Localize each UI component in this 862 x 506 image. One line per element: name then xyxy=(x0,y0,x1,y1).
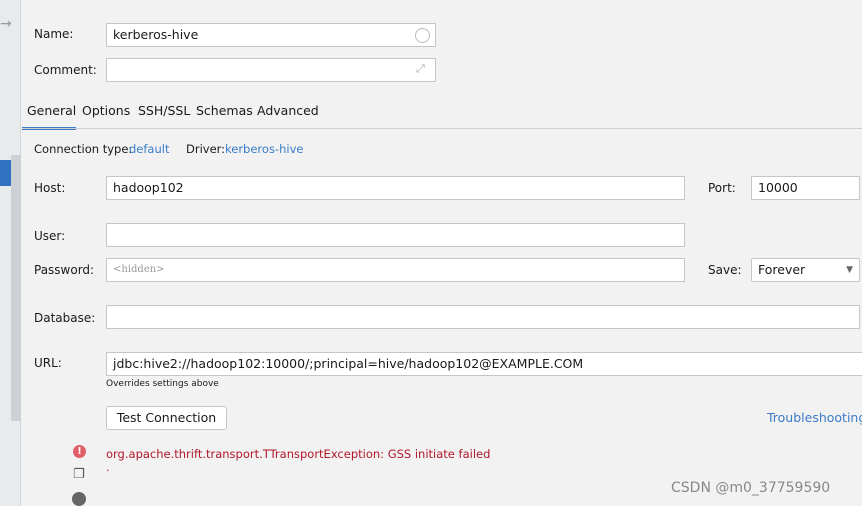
host-input[interactable]: hadoop102 xyxy=(106,176,685,200)
troubleshooting-link[interactable]: Troubleshooting xyxy=(767,410,862,425)
arrow-right-icon[interactable]: → xyxy=(0,16,12,32)
user-input[interactable] xyxy=(106,223,685,247)
test-connection-button[interactable]: Test Connection xyxy=(106,406,227,430)
error-detail: . xyxy=(106,461,110,474)
tab-advanced[interactable]: Advanced xyxy=(257,103,319,118)
globe-icon[interactable] xyxy=(72,492,86,506)
name-label: Name: xyxy=(34,27,74,41)
port-label: Port: xyxy=(708,181,736,195)
tab-divider xyxy=(22,128,862,129)
url-hint: Overrides settings above xyxy=(106,379,219,389)
tab-schemas[interactable]: Schemas xyxy=(196,103,253,118)
copy-icon[interactable]: ❐ xyxy=(73,467,85,482)
watermark: CSDN @m0_37759590 xyxy=(671,480,831,496)
url-input[interactable]: jdbc:hive2://hadoop102:10000/;principal=… xyxy=(106,352,862,376)
database-label: Database: xyxy=(34,311,96,325)
host-label: Host: xyxy=(34,181,66,195)
error-icon: ! xyxy=(73,445,86,458)
port-input[interactable]: 10000 xyxy=(751,176,860,200)
scrollbar[interactable] xyxy=(11,155,21,421)
error-message: org.apache.thrift.transport.TTransportEx… xyxy=(106,447,491,461)
save-label: Save: xyxy=(708,263,742,277)
save-select[interactable]: Forever ▼ xyxy=(751,258,860,282)
user-label: User: xyxy=(34,229,66,243)
tab-options[interactable]: Options xyxy=(82,103,130,118)
url-label: URL: xyxy=(34,356,62,370)
database-input[interactable] xyxy=(106,305,860,329)
chevron-down-icon: ▼ xyxy=(846,265,853,275)
connection-type-link[interactable]: default xyxy=(129,142,169,156)
comment-label: Comment: xyxy=(34,63,97,77)
connection-type-label: Connection type: xyxy=(34,142,133,156)
expand-icon[interactable]: ⤢ xyxy=(416,62,425,76)
driver-link[interactable]: kerberos-hive xyxy=(225,142,303,156)
password-label: Password: xyxy=(34,263,95,277)
password-input[interactable]: <hidden> xyxy=(106,258,685,282)
status-circle-icon xyxy=(415,28,430,43)
comment-input[interactable] xyxy=(106,58,436,82)
driver-label: Driver: xyxy=(186,142,226,156)
tab-general[interactable]: General xyxy=(27,103,76,118)
name-input[interactable]: kerberos-hive xyxy=(106,23,436,47)
tab-ssh-ssl[interactable]: SSH/SSL xyxy=(138,103,190,118)
